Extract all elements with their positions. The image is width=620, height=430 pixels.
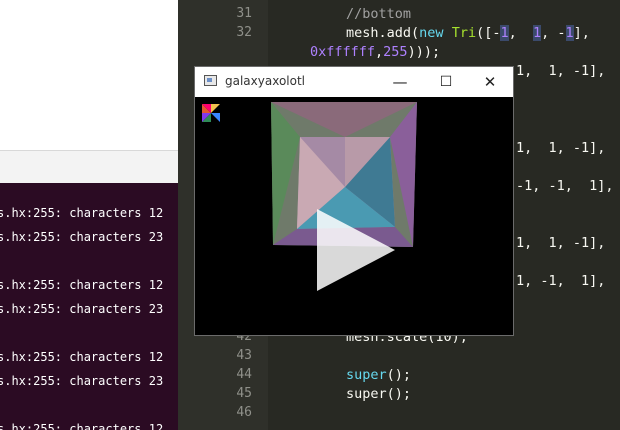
- code-comment: //bottom: [346, 6, 412, 22]
- terminal-line: s.hx:255: characters 12: [0, 206, 164, 220]
- terminal-line: s.hx:255: characters 12: [0, 278, 164, 292]
- play-icon[interactable]: [313, 207, 399, 293]
- terminal-line: s.hx:255: characters 23: [0, 374, 164, 388]
- line-number: 31: [236, 6, 252, 21]
- code-line: super();: [346, 367, 412, 383]
- app-window[interactable]: galaxyaxolotl — ☐ ✕: [194, 66, 514, 336]
- code-line-fragment: 1, 1, -1],: [516, 235, 606, 251]
- code-line: super();: [346, 386, 412, 402]
- code-line: mesh.add(new Tri([-1, 1, -1],: [346, 25, 590, 41]
- app-window-icon: [204, 75, 217, 86]
- close-button[interactable]: ✕: [467, 67, 513, 97]
- maximize-button[interactable]: ☐: [423, 67, 469, 97]
- window-titlebar[interactable]: galaxyaxolotl — ☐ ✕: [195, 67, 513, 97]
- line-number: 45: [236, 386, 252, 401]
- window-title: galaxyaxolotl: [225, 74, 306, 88]
- terminal-panel[interactable]: s.hx:255: characters 12 s.hx:255: charac…: [0, 183, 180, 430]
- code-line-fragment: 1, -1, 1],: [516, 273, 606, 289]
- line-number: 44: [236, 367, 252, 382]
- code-line-fragment: 1, 1, -1],: [516, 63, 606, 79]
- render-canvas[interactable]: [195, 97, 513, 335]
- code-line-wrap: 0xffffff,255)));: [310, 44, 441, 60]
- line-number: 46: [236, 405, 252, 420]
- line-number: 43: [236, 348, 252, 363]
- background-window-white: [0, 0, 178, 150]
- minimize-button[interactable]: —: [377, 67, 423, 97]
- terminal-line: s.hx:255: characters 12: [0, 350, 164, 364]
- code-line-fragment: 1, 1, -1],: [516, 140, 606, 156]
- line-number: 32: [236, 25, 252, 40]
- terminal-line: s.hx:255: characters 12: [0, 422, 164, 430]
- code-line-fragment: -1, -1, 1],: [516, 178, 614, 194]
- terminal-line: s.hx:255: characters 23: [0, 302, 164, 316]
- background-window-bar: [0, 150, 178, 184]
- terminal-line: s.hx:255: characters 23: [0, 230, 164, 244]
